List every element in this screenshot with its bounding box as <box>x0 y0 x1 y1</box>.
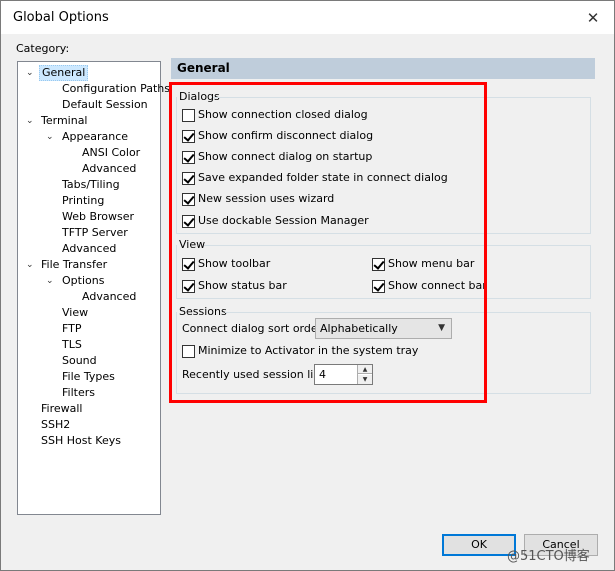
watermark: @51CTO博客 <box>507 549 590 564</box>
collapse-chevron-icon[interactable]: ⌄ <box>46 129 56 145</box>
tree-item-file-types[interactable]: File Types <box>60 369 117 385</box>
tree-item-label: Tabs/Tiling <box>62 178 120 191</box>
tree-item-label: Firewall <box>41 402 83 415</box>
tree-item-tftp-server[interactable]: TFTP Server <box>60 225 130 241</box>
tree-item-label: Advanced <box>82 162 137 175</box>
tree-item-label: Web Browser <box>62 210 135 223</box>
tree-item-file-transfer[interactable]: File Transfer <box>39 257 109 273</box>
collapse-chevron-icon[interactable]: ⌄ <box>46 273 56 289</box>
tree-item-label: Filters <box>62 386 95 399</box>
tree-item-label: SSH2 <box>41 418 71 431</box>
tree-item-web-browser[interactable]: Web Browser <box>60 209 136 225</box>
tree-item-label: SSH Host Keys <box>41 434 121 447</box>
collapse-chevron-icon[interactable]: ⌄ <box>26 65 36 81</box>
tree-item-label: General <box>39 65 89 81</box>
tree-item-ssh2[interactable]: SSH2 <box>39 417 72 433</box>
category-tree[interactable]: ⌄ General Configuration Paths Default Se… <box>17 61 170 515</box>
panel-header: General <box>171 58 595 79</box>
ok-button[interactable]: OK <box>442 534 516 556</box>
highlight-annotation-box <box>169 82 487 403</box>
tree-item-ansi-color[interactable]: ANSI Color <box>80 145 142 161</box>
tree-item-printing[interactable]: Printing <box>60 193 106 209</box>
collapse-chevron-icon[interactable]: ⌄ <box>26 257 36 273</box>
tree-item-filters[interactable]: Filters <box>60 385 97 401</box>
tree-item-appearance-advanced[interactable]: Advanced <box>80 161 138 177</box>
tree-item-label: TLS <box>62 338 82 351</box>
tree-item-sound[interactable]: Sound <box>60 353 99 369</box>
tree-item-general[interactable]: General <box>39 65 89 81</box>
tree-item-label: File Transfer <box>41 258 108 271</box>
tree-item-options-advanced[interactable]: Advanced <box>80 289 138 305</box>
tree-item-configuration-paths[interactable]: Configuration Paths <box>60 81 172 97</box>
tree-item-label: FTP <box>62 322 82 335</box>
tree-item-tls[interactable]: TLS <box>60 337 84 353</box>
tree-item-tabs-tiling[interactable]: Tabs/Tiling <box>60 177 122 193</box>
tree-item-label: Configuration Paths <box>62 82 170 95</box>
tree-item-terminal[interactable]: Terminal <box>39 113 90 129</box>
tree-item-label: Terminal <box>41 114 88 127</box>
tree-item-default-session[interactable]: Default Session <box>60 97 150 113</box>
tree-item-label: View <box>62 306 89 319</box>
tree-item-label: Sound <box>62 354 97 367</box>
tree-item-view[interactable]: View <box>60 305 90 321</box>
tree-item-options[interactable]: Options <box>60 273 106 289</box>
tree-item-label: Options <box>62 274 105 287</box>
tree-item-ssh-host-keys[interactable]: SSH Host Keys <box>39 433 123 449</box>
tree-item-label: Advanced <box>82 290 137 303</box>
tree-item-label: Appearance <box>62 130 129 143</box>
tree-item-label: ANSI Color <box>82 146 141 159</box>
window-title: Global Options <box>13 10 109 25</box>
title-bar: Global Options ✕ <box>1 1 614 34</box>
tree-item-label: Advanced <box>62 242 117 255</box>
tree-item-appearance[interactable]: Appearance <box>60 129 130 145</box>
tree-item-label: Printing <box>62 194 105 207</box>
tree-item-label: Default Session <box>62 98 148 111</box>
tree-item-terminal-advanced[interactable]: Advanced <box>60 241 118 257</box>
tree-item-label: File Types <box>62 370 115 383</box>
tree-item-ftp[interactable]: FTP <box>60 321 84 337</box>
tree-item-label: TFTP Server <box>62 226 128 239</box>
global-options-dialog: Global Options ✕ Category: ⌄ General Con… <box>0 0 615 571</box>
close-icon[interactable]: ✕ <box>582 7 604 29</box>
tree-item-firewall[interactable]: Firewall <box>39 401 84 417</box>
collapse-chevron-icon[interactable]: ⌄ <box>26 113 36 129</box>
category-label: Category: <box>16 42 70 55</box>
